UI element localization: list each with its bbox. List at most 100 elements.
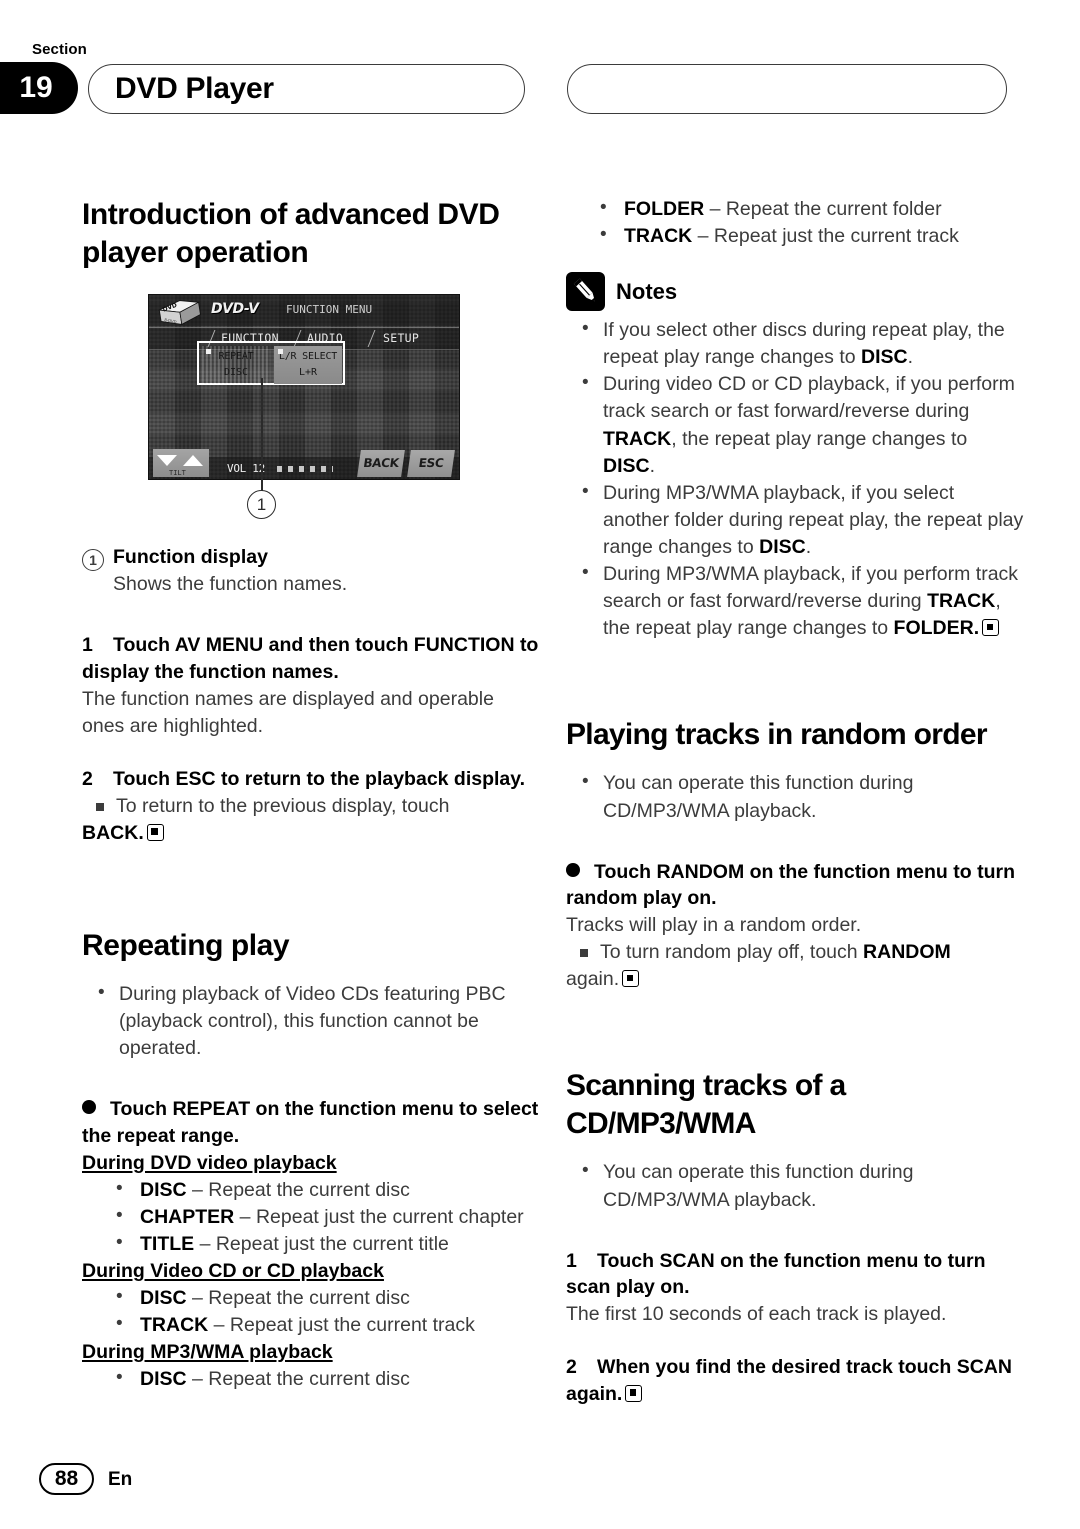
random-order-heading: Playing tracks in random order [566, 718, 988, 752]
chevron-up-icon [183, 455, 203, 467]
section-number-badge: 19 [0, 62, 78, 114]
note-keyword: TRACK [603, 427, 672, 450]
note-keyword: TRACK [927, 590, 996, 613]
option-desc: – Repeat just the current title [194, 1232, 449, 1255]
option-term: DISC [140, 1368, 187, 1391]
step-2-note: To return to the previous display, touch… [82, 793, 540, 847]
subhead-video-cd: During Video CD or CD playback [82, 1259, 384, 1282]
random-off-keyword: RANDOM [863, 941, 951, 964]
list-item: If you select other discs during repeat … [566, 316, 1024, 371]
option-term: CHAPTER [140, 1205, 235, 1228]
tilt-button[interactable]: TILT [153, 449, 209, 478]
end-of-procedure-icon [146, 823, 164, 841]
step-1-text: Touch AV MENU and then touch FUNCTION to… [82, 634, 539, 683]
function-cell-label: L/R SELECT [278, 351, 338, 363]
back-button[interactable]: BACK [357, 450, 405, 478]
function-menu-title: FUNCTION MENU [286, 303, 373, 317]
end-of-procedure-icon [625, 1384, 643, 1402]
function-menu-figure: DVD 8-DVD DVD-V FUNCTION MENU FUNCTION A… [82, 294, 540, 524]
function-cell-value: DISC [223, 367, 249, 379]
option-term: DISC [140, 1287, 187, 1310]
step-1-number: 1 [82, 634, 93, 657]
function-cell-value: L+R [298, 367, 318, 379]
page-title-pill-right-empty [567, 64, 1007, 114]
option-term: TITLE [140, 1232, 195, 1255]
option-desc: – Repeat just the current chapter [234, 1205, 524, 1228]
tab-divider [367, 330, 376, 348]
note-text: During MP3/WMA playback, if you select a… [603, 481, 1024, 558]
scan-step-2-number: 2 [566, 1356, 577, 1379]
left-column: Introduction of advanced DVD player oper… [82, 196, 540, 1393]
note-tail: . [907, 346, 914, 369]
tilt-label: TILT [169, 469, 186, 478]
option-desc: – Repeat the current disc [186, 1178, 410, 1201]
random-off-tail-wrap: again. [566, 966, 1024, 993]
scanning-heading: Scanning tracks of a CD/MP3/WMA [566, 1069, 846, 1141]
page-number: 88 [39, 1463, 94, 1495]
mp3-repeat-options: DISC – Repeat the current disc [82, 1365, 540, 1393]
tab-setup[interactable]: SETUP [383, 331, 419, 345]
step-2-heading: 2 Touch ESC to return to the playback dis… [82, 766, 540, 793]
volume-bar-meter [277, 466, 333, 473]
notes-header: Notes [566, 272, 1024, 312]
scanning-notes: You can operate this function during CD/… [566, 1158, 1024, 1213]
step-2-text: Touch ESC to return to the playback disp… [113, 767, 526, 790]
option-desc: – Repeat the current disc [186, 1287, 410, 1310]
random-off-note: To turn random play off, touch RANDOM ag… [566, 939, 1024, 993]
step-1-heading: 1 Touch AV MENU and then touch FUNCTION t… [82, 632, 540, 685]
callout-leader-line [261, 378, 263, 501]
indicator-icon [206, 349, 211, 355]
page-footer: 88 En [0, 1463, 1080, 1503]
callout-number-1: 1 [82, 549, 104, 572]
callout-legend-desc: Shows the function names. [113, 573, 348, 596]
subhead-mp3-wma: During MP3/WMA playback [82, 1341, 333, 1364]
function-cell-repeat[interactable]: REPEAT DISC [202, 346, 270, 385]
list-item: You can operate this function during CD/… [566, 1158, 1024, 1213]
dvd-repeat-options: DISC – Repeat the current disc CHAPTER –… [82, 1176, 540, 1258]
head-unit-screen: DVD 8-DVD DVD-V FUNCTION MENU FUNCTION A… [148, 294, 460, 481]
repeat-action-heading: Touch REPEAT on the function menu to sel… [82, 1096, 540, 1149]
random-order-notes: You can operate this function during CD/… [566, 769, 1024, 824]
repeat-action-text: Touch REPEAT on the function menu to sel… [82, 1098, 539, 1147]
function-display-area: REPEAT DISC L/R SELECT L+R [197, 341, 345, 386]
option-term: FOLDER [624, 198, 705, 220]
option-term: TRACK [140, 1314, 209, 1337]
subhead-dvd-video: During DVD video playback [82, 1151, 337, 1174]
end-of-procedure-icon [982, 619, 1000, 637]
list-item: During MP3/WMA playback, if you perform … [566, 560, 1024, 642]
step-2-number: 2 [82, 767, 93, 790]
list-item: During playback of Video CDs featuring P… [82, 980, 540, 1062]
notes-list: If you select other discs during repeat … [566, 316, 1024, 642]
function-cell-label: REPEAT [218, 351, 254, 363]
list-item: DISC – Repeat the current disc [82, 1365, 540, 1393]
list-item: During video CD or CD playback, if you p… [566, 370, 1024, 479]
esc-button[interactable]: ESC [407, 450, 455, 478]
disc-type-label: DVD-V [211, 301, 259, 318]
step-2-note-tail: . [138, 821, 144, 844]
vcd-repeat-options: DISC – Repeat the current disc TRACK – R… [82, 1284, 540, 1339]
option-term: TRACK [624, 225, 693, 248]
scan-step-1-desc: The first 10 seconds of each track is pl… [566, 1303, 947, 1326]
callout-legend-title: 1 Function display [82, 544, 540, 572]
note-text: During video CD or CD playback, if you p… [603, 373, 1015, 423]
list-item: DISC – Repeat the current disc [82, 1176, 540, 1204]
notes-label: Notes [616, 278, 678, 304]
option-desc: – Repeat just the current track [208, 1314, 475, 1337]
volume-readout: VOL 12 [227, 462, 265, 476]
intro-heading: Introduction of advanced DVD player oper… [82, 198, 500, 270]
bullet-dot-icon [82, 1100, 96, 1115]
step-2-note-lead: To return to the previous display, touch [116, 794, 450, 817]
scan-step-2-heading: 2 When you find the desired track touch S… [566, 1354, 1024, 1407]
function-cell-lr-select[interactable]: L/R SELECT L+R [274, 346, 342, 385]
list-item: During MP3/WMA playback, if you select a… [566, 479, 1024, 561]
language-code: En [108, 1469, 133, 1490]
option-desc: – Repeat the current disc [186, 1368, 410, 1391]
list-item: TRACK – Repeat just the current track [566, 222, 1024, 250]
random-action-desc: Tracks will play in a random order. [566, 914, 862, 936]
list-item: CHAPTER – Repeat just the current chapte… [82, 1203, 540, 1231]
random-off-tail: again. [566, 968, 620, 991]
callout-legend-label: Function display [113, 546, 268, 569]
note-text: If you select other discs during repeat … [603, 319, 1005, 369]
option-desc: – Repeat just the current track [692, 225, 959, 248]
random-action-text: Touch RANDOM on the function menu to tur… [566, 860, 1015, 910]
